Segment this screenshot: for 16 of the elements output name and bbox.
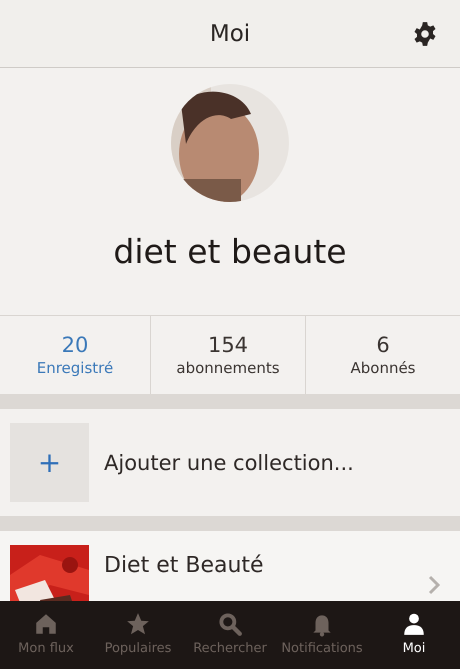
profile-name: diet et beaute: [113, 232, 347, 271]
tab-item[interactable]: Moi: [368, 601, 460, 669]
tab-item[interactable]: Rechercher: [184, 601, 276, 669]
chevron-icon: [428, 575, 440, 595]
collection-title: Diet et Beauté: [104, 553, 264, 578]
search-icon: [217, 611, 243, 637]
settings-icon[interactable]: [412, 21, 438, 47]
star-icon: [125, 611, 151, 637]
stat-tab[interactable]: 20 Enregistré: [0, 316, 150, 394]
collection-row[interactable]: Diet et Beauté: [0, 531, 460, 602]
page-title: Moi: [210, 20, 250, 46]
add-collection-button[interactable]: +: [10, 423, 89, 502]
tab-item[interactable]: Mon flux: [0, 601, 92, 669]
tab-item[interactable]: Notifications: [276, 601, 368, 669]
add-collection-label[interactable]: Ajouter une collection...: [104, 450, 354, 474]
tab-item[interactable]: Populaires: [92, 601, 184, 669]
